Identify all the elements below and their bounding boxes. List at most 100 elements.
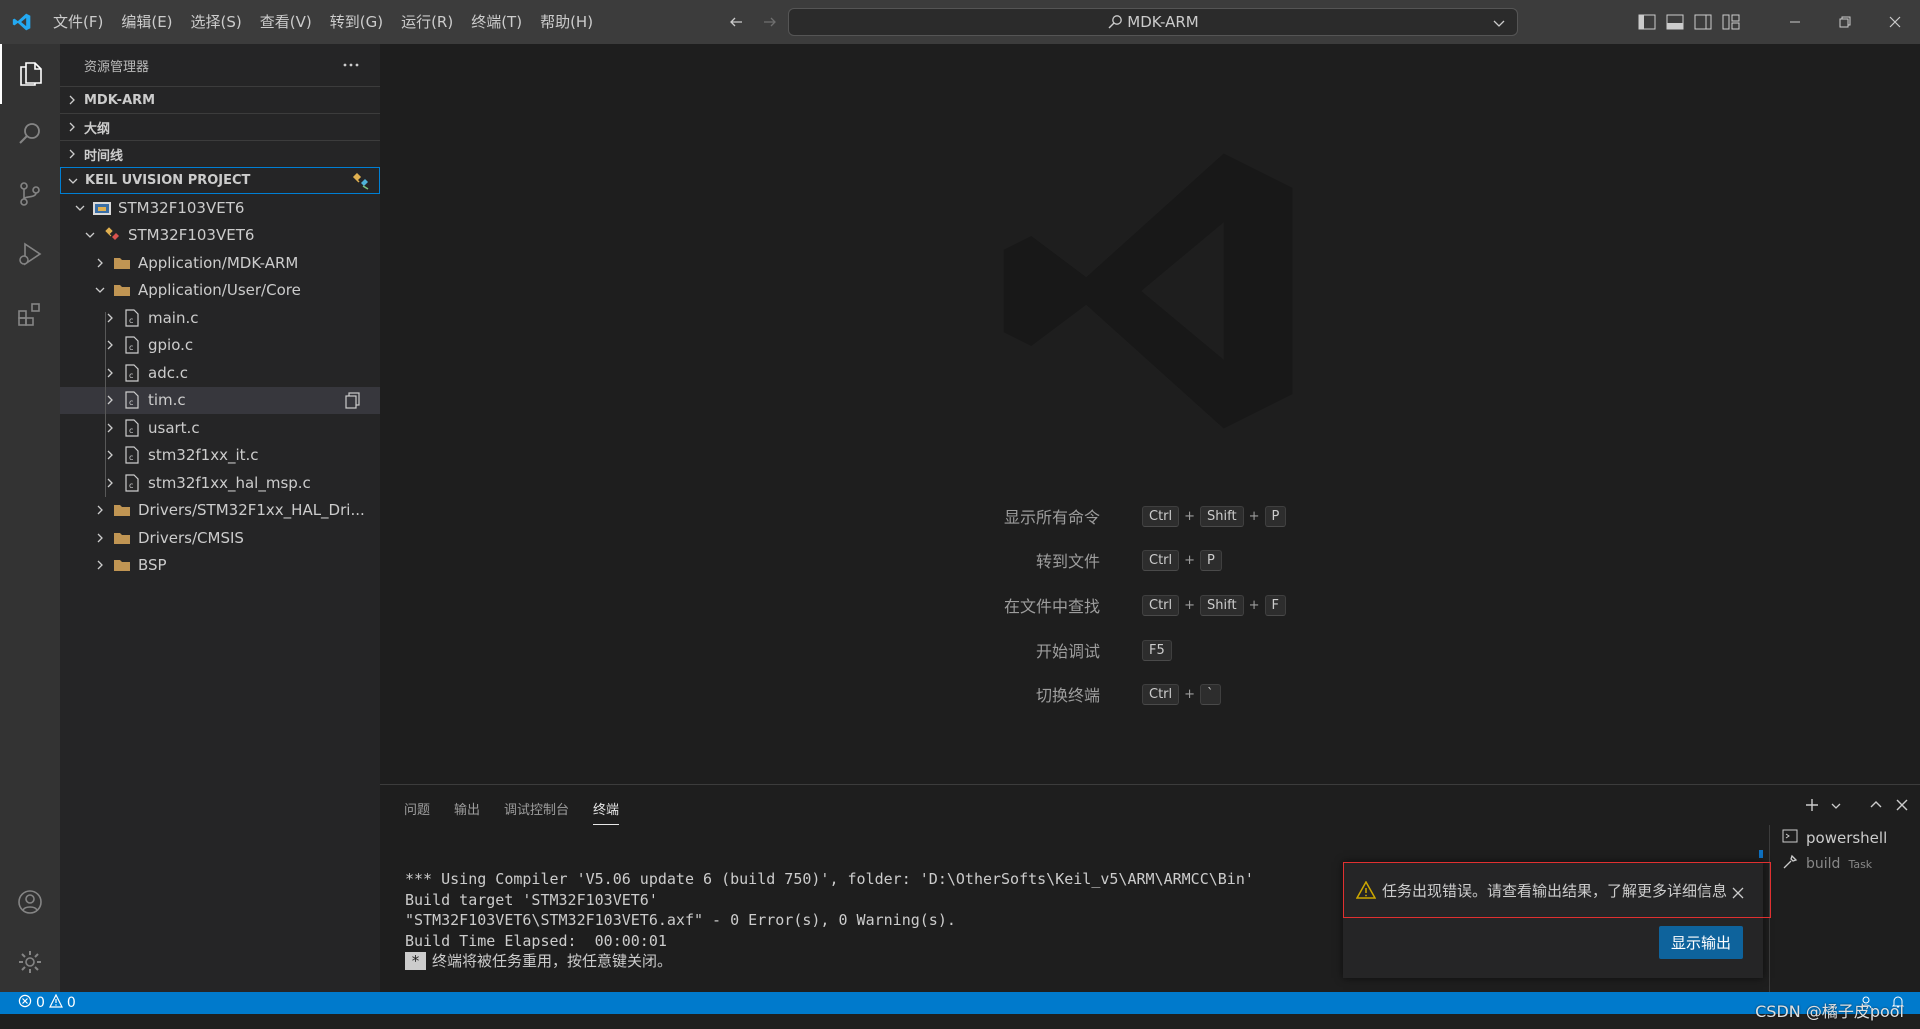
chevron-right-icon bbox=[60, 148, 84, 160]
close-panel-icon[interactable] bbox=[1894, 797, 1910, 817]
close-window-icon[interactable] bbox=[1870, 0, 1920, 44]
tree-target[interactable]: STM32F103VET6 bbox=[60, 222, 380, 250]
customize-layout-icon[interactable] bbox=[1720, 10, 1742, 34]
explorer-sidebar: 资源管理器 MDK-ARM 大纲 时间线 KEIL UVISION PROJEC… bbox=[60, 44, 380, 992]
run-debug-icon[interactable] bbox=[0, 224, 60, 284]
key: F5 bbox=[1142, 639, 1172, 661]
menu-selection[interactable]: 选择(S) bbox=[182, 7, 251, 37]
svg-text:c: c bbox=[129, 481, 133, 490]
open-file-icon[interactable] bbox=[344, 391, 362, 413]
file-label: tim.c bbox=[148, 391, 186, 410]
maximize-panel-icon[interactable] bbox=[1868, 797, 1884, 817]
tab-problems[interactable]: 问题 bbox=[404, 799, 430, 825]
tree-file[interactable]: c main.c bbox=[60, 304, 380, 332]
problems-status[interactable]: 0 0 bbox=[0, 993, 76, 1012]
target-icon bbox=[102, 225, 122, 245]
back-arrow-icon[interactable] bbox=[724, 10, 748, 34]
key: Ctrl bbox=[1142, 594, 1180, 616]
tools-icon bbox=[1782, 854, 1798, 874]
menu-terminal[interactable]: 终端(T) bbox=[462, 7, 531, 37]
source-control-icon[interactable] bbox=[0, 164, 60, 224]
toggle-secondary-sidebar-icon[interactable] bbox=[1692, 10, 1714, 34]
folder-icon bbox=[112, 500, 132, 520]
terminal-item-powershell[interactable]: powershell bbox=[1770, 825, 1920, 851]
panel-actions bbox=[1804, 797, 1910, 817]
tree-group[interactable]: Application/MDK-ARM bbox=[60, 249, 380, 277]
menu-go[interactable]: 转到(G) bbox=[321, 7, 392, 37]
chevron-down-icon bbox=[82, 230, 98, 240]
terminal-output[interactable]: *** Using Compiler 'V5.06 update 6 (buil… bbox=[405, 869, 1254, 972]
menu-help[interactable]: 帮助(H) bbox=[531, 7, 602, 37]
section-mdk-arm[interactable]: MDK-ARM bbox=[60, 86, 380, 113]
menu-view[interactable]: 查看(V) bbox=[251, 7, 321, 37]
tree-file[interactable]: c adc.c bbox=[60, 359, 380, 387]
tree-file[interactable]: c gpio.c bbox=[60, 332, 380, 360]
c-file-icon: c bbox=[122, 335, 142, 355]
new-terminal-icon[interactable] bbox=[1804, 797, 1820, 817]
minimize-icon[interactable] bbox=[1770, 0, 1820, 44]
file-label: stm32f1xx_hal_msp.c bbox=[148, 473, 311, 492]
chevron-down-icon[interactable] bbox=[1491, 15, 1507, 35]
build-project-icon[interactable] bbox=[351, 171, 371, 195]
toggle-panel-icon[interactable] bbox=[1664, 10, 1686, 34]
menu-file[interactable]: 文件(F) bbox=[44, 7, 112, 37]
tree-file[interactable]: c tim.c bbox=[60, 386, 380, 414]
show-output-button[interactable]: 显示输出 bbox=[1658, 926, 1743, 959]
warning-count: 0 bbox=[66, 995, 76, 1011]
c-file-icon: c bbox=[122, 363, 142, 383]
terminal-dropdown-icon[interactable] bbox=[1830, 798, 1842, 816]
group-label: Application/MDK-ARM bbox=[138, 253, 299, 272]
tree-file[interactable]: c usart.c bbox=[60, 414, 380, 442]
tree-project[interactable]: STM32F103VET6 bbox=[60, 194, 380, 222]
section-keil-project[interactable]: KEIL UVISION PROJECT bbox=[60, 167, 380, 194]
tree-group[interactable]: Drivers/CMSIS bbox=[60, 524, 380, 552]
target-name: STM32F103VET6 bbox=[128, 226, 255, 245]
terminal-item-label: powershell bbox=[1806, 829, 1888, 847]
project-name: STM32F103VET6 bbox=[118, 198, 245, 217]
tree-group[interactable]: Application/User/Core bbox=[60, 277, 380, 305]
scroll-marker bbox=[1759, 850, 1763, 858]
vscode-watermark-icon bbox=[990, 126, 1320, 460]
title-bar: 文件(F) 编辑(E) 选择(S) 查看(V) 转到(G) 运行(R) 终端(T… bbox=[0, 0, 1920, 44]
svg-text:c: c bbox=[129, 343, 133, 352]
tab-terminal[interactable]: 终端 bbox=[593, 799, 620, 825]
taskbar-strip bbox=[0, 1014, 1920, 1029]
svg-text:c: c bbox=[129, 453, 133, 462]
manage-gear-icon[interactable] bbox=[0, 932, 60, 992]
explorer-icon[interactable] bbox=[0, 44, 60, 104]
folder-icon bbox=[112, 528, 132, 548]
group-label: Drivers/STM32F1xx_HAL_Dri... bbox=[138, 501, 365, 520]
command-center[interactable]: MDK-ARM bbox=[788, 8, 1518, 36]
menu-edit[interactable]: 编辑(E) bbox=[112, 7, 181, 37]
restore-icon[interactable] bbox=[1820, 0, 1870, 44]
tree-file[interactable]: c stm32f1xx_hal_msp.c bbox=[60, 469, 380, 497]
tab-debug-console[interactable]: 调试控制台 bbox=[504, 799, 569, 825]
tab-output[interactable]: 输出 bbox=[454, 799, 480, 825]
section-outline[interactable]: 大纲 bbox=[60, 113, 380, 140]
more-actions-icon[interactable] bbox=[342, 56, 360, 78]
key: Ctrl bbox=[1142, 505, 1180, 527]
section-timeline[interactable]: 时间线 bbox=[60, 140, 380, 167]
error-count: 0 bbox=[36, 995, 45, 1011]
section-label: 大纲 bbox=[84, 121, 111, 137]
c-file-icon: c bbox=[122, 390, 142, 410]
account-icon[interactable] bbox=[0, 872, 60, 932]
close-notification-icon[interactable] bbox=[1731, 886, 1745, 904]
terminal-list: powershell build Task bbox=[1769, 825, 1920, 993]
error-icon bbox=[18, 994, 32, 1012]
shortcut-row: 在文件中查找 Ctrl + Shift + F bbox=[380, 593, 1920, 617]
forward-arrow-icon[interactable] bbox=[758, 10, 782, 34]
terminal-line: *** Using Compiler 'V5.06 update 6 (buil… bbox=[405, 870, 1254, 888]
menu-run[interactable]: 运行(R) bbox=[392, 7, 462, 37]
key: ` bbox=[1200, 683, 1221, 705]
tree-group[interactable]: BSP bbox=[60, 552, 380, 580]
toggle-primary-sidebar-icon[interactable] bbox=[1636, 10, 1658, 34]
tree-group[interactable]: Drivers/STM32F1xx_HAL_Dri... bbox=[60, 497, 380, 525]
search-view-icon[interactable] bbox=[0, 104, 60, 164]
terminal-item-build[interactable]: build Task bbox=[1770, 851, 1920, 877]
section-label: 时间线 bbox=[84, 148, 124, 164]
extensions-icon[interactable] bbox=[0, 284, 60, 344]
shortcut-label: 在文件中查找 bbox=[1003, 597, 1100, 616]
svg-text:c: c bbox=[129, 398, 133, 407]
tree-file[interactable]: c stm32f1xx_it.c bbox=[60, 442, 380, 470]
